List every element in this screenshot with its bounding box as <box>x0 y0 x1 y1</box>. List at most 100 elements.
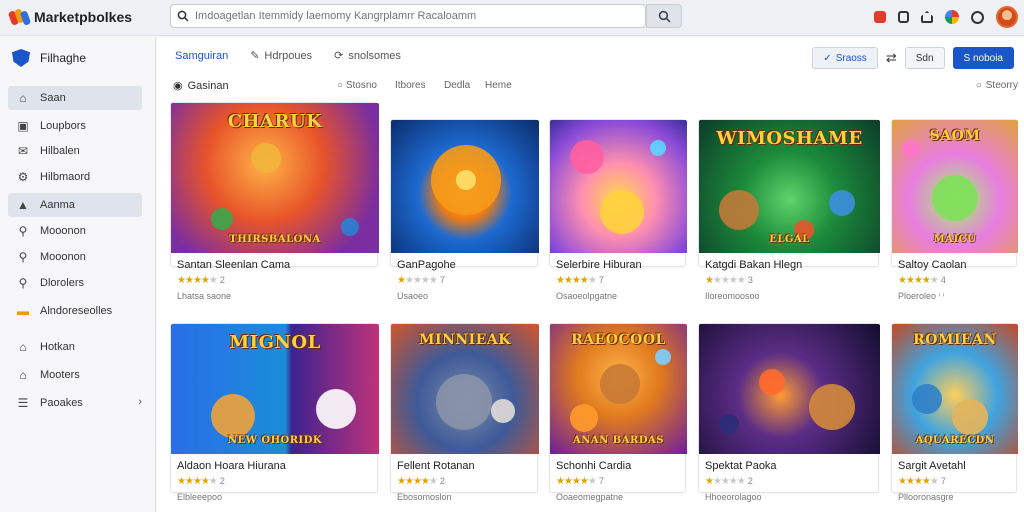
game-card[interactable]: GanPagohe ★★★★★ 7 Usaoeo <box>390 119 539 301</box>
game-thumbnail[interactable]: MIGNOL NEW OHORIDK <box>171 324 379 454</box>
game-thumbnail[interactable] <box>699 324 880 454</box>
star-icon: ★ <box>208 476 218 487</box>
search-input[interactable] <box>195 10 635 22</box>
game-title[interactable]: Santan Sleenlan Cama <box>177 259 290 271</box>
sidebar-item[interactable]: ⚲ Mooonon <box>8 245 142 269</box>
game-card[interactable]: Spektat Paoka ★★★★★ 2 Hhoeorolagoo <box>698 323 880 502</box>
game-thumbnail[interactable]: MINNIEAK <box>391 324 539 454</box>
thumbnail-title-art: ROMIEAN <box>913 332 997 348</box>
star-icon: ★ <box>579 476 589 487</box>
chevron-right-icon[interactable]: › <box>138 396 142 408</box>
game-title[interactable]: Selerbire Hiburan <box>556 259 642 271</box>
sync-icon[interactable]: ⇄ <box>886 50 897 66</box>
filter-option[interactable]: ○ Stosno <box>337 80 377 91</box>
game-title[interactable]: Katgdi Bakan Hlegn <box>705 259 802 271</box>
game-card[interactable]: CHARUK THIRSBALONA Santan Sleenlan Cama ★★★… <box>170 102 379 301</box>
game-card[interactable]: RAEOCOOL ANAN BARDAS Schonhi Cardia ★★★★★ 7 O… <box>549 323 687 502</box>
sidebar-item[interactable]: ▬ Alndoreseolles <box>8 299 142 323</box>
sidebar-item[interactable]: ⌂ Hotkan <box>8 335 142 359</box>
app-logo[interactable]: Marketpbolkes <box>7 8 133 26</box>
map-pin-icon[interactable] <box>945 10 959 24</box>
pen-icon: ✎ <box>250 50 260 62</box>
tab-snolsomes[interactable]: ⟳ snolsomes <box>334 49 401 63</box>
game-thumbnail[interactable] <box>550 120 687 253</box>
character-art <box>211 208 233 230</box>
inbox-icon: ▣ <box>17 119 29 133</box>
star-icon: ★ <box>921 476 931 487</box>
sidebar-item[interactable]: ▣ Loupbors <box>8 114 142 138</box>
search-icon <box>658 10 670 22</box>
category-label: Gasinan <box>187 79 229 92</box>
sidebar-item[interactable]: ▲ Aanma <box>8 193 142 217</box>
rating-count: 2 <box>219 275 225 285</box>
user-avatar[interactable] <box>996 6 1018 28</box>
primary-button[interactable]: S noboia <box>952 47 1014 69</box>
game-title[interactable]: Spektat Paoka <box>705 460 777 472</box>
star-rating: ★★★★★ 2 <box>177 275 225 286</box>
game-title[interactable]: Schonhi Cardia <box>556 460 631 472</box>
tab-samguiran[interactable]: Samguiran <box>175 50 228 62</box>
folder-icon: ▬ <box>17 304 29 318</box>
category-filter[interactable]: ◉ Gasinan <box>173 79 229 93</box>
game-card[interactable]: MINNIEAK Fellent Rotanan ★★★★★ 2 Ebosomoslon <box>390 323 539 502</box>
star-icon: ★ <box>563 476 573 487</box>
sidebar-item[interactable]: ⚲ Dlorolers <box>8 271 142 295</box>
check-button[interactable]: ✓ Sraoss <box>812 47 878 69</box>
notification-icon[interactable] <box>874 11 886 23</box>
tab-hdrpoues[interactable]: ✎ Hdrpoues <box>250 49 312 63</box>
sidebar-item[interactable]: ⚙ Hilbmaord <box>8 165 142 189</box>
sidebar-item[interactable]: ⚲ Mooonon <box>8 219 142 243</box>
game-thumbnail[interactable] <box>391 120 539 253</box>
star-icon: ★ <box>898 476 907 487</box>
thumbnail-subtitle-art: NEW OHORIDK <box>227 435 323 446</box>
game-title[interactable]: GanPagohe <box>397 259 456 271</box>
game-title[interactable]: Sargit Avetahl <box>898 460 966 472</box>
search-icon: ⚲ <box>18 250 28 264</box>
sidebar-item[interactable]: ☰ Paoakes › <box>8 391 142 415</box>
game-thumbnail[interactable]: ROMIEAN AQUARECDN <box>892 324 1018 454</box>
character-art <box>759 369 785 395</box>
star-rating: ★★★★★ 7 <box>397 275 445 286</box>
filter-option[interactable]: Dedla <box>444 80 470 91</box>
star-icon: ★ <box>587 476 597 487</box>
game-thumbnail[interactable]: SAOM MAICU <box>892 120 1018 253</box>
game-title[interactable]: Fellent Rotanan <box>397 460 475 472</box>
game-card[interactable]: WIMOSHAME ELGAL Katgdi Bakan Hlegn ★★★★★ 3 Il… <box>698 119 880 301</box>
game-thumbnail[interactable]: CHARUK THIRSBALONA <box>171 103 379 253</box>
category-icon: ◉ <box>173 80 183 92</box>
sidebar-item[interactable]: ⌂ Mooters <box>8 363 142 387</box>
sidebar-item[interactable]: ⌂ Saan <box>8 86 142 110</box>
radio-icon: ○ <box>975 80 982 91</box>
thumbnail-subtitle-art: ELGAL <box>769 234 810 245</box>
character-art <box>809 384 855 430</box>
star-icon: ★ <box>192 476 202 487</box>
star-rating: ★★★★★ 7 <box>556 275 604 286</box>
action-bar: ✓ Sraoss ⇄ Sdn S noboia <box>812 47 1014 69</box>
star-icon: ★ <box>720 476 730 487</box>
game-thumbnail[interactable]: WIMOSHAME ELGAL <box>699 120 880 253</box>
search-button[interactable] <box>646 4 682 28</box>
star-icon: ★ <box>404 275 414 286</box>
game-card[interactable]: SAOM MAICU Saltoy Caolan ★★★★★ 4 Ploeroleo ⁱ … <box>891 119 1018 301</box>
game-card[interactable]: MIGNOL NEW OHORIDK Aldaon Hoara Hiurana ★★★… <box>170 323 379 502</box>
star-icon: ★ <box>579 275 589 286</box>
filter-option[interactable]: Heme <box>485 80 512 91</box>
secondary-button[interactable]: Sdn <box>904 47 945 69</box>
game-thumbnail[interactable]: RAEOCOOL ANAN BARDAS <box>550 324 687 454</box>
game-title[interactable]: Saltoy Caolan <box>898 259 967 271</box>
game-card[interactable]: ROMIEAN AQUARECDN Sargit Avetahl ★★★★★ 7 Pllo… <box>891 323 1018 502</box>
sort-control[interactable]: ○ Steorry <box>976 80 1018 91</box>
character-art <box>600 364 640 404</box>
home-icon[interactable] <box>921 11 933 23</box>
filter-option[interactable]: Itbores <box>395 80 426 91</box>
star-icon: ★ <box>913 476 923 487</box>
cart-icon[interactable] <box>898 11 909 23</box>
help-icon[interactable] <box>971 10 984 24</box>
app-title: Marketpbolkes <box>34 9 133 25</box>
character-art <box>570 404 598 432</box>
sidebar-item[interactable]: ✉ Hilbalen <box>8 139 142 163</box>
game-card[interactable]: Selerbire Hiburan ★★★★★ 7 Osaoeolpgatne <box>549 119 687 301</box>
star-icon: ★ <box>428 275 438 286</box>
game-title[interactable]: Aldaon Hoara Hiurana <box>177 460 286 472</box>
star-icon: ★ <box>412 476 422 487</box>
